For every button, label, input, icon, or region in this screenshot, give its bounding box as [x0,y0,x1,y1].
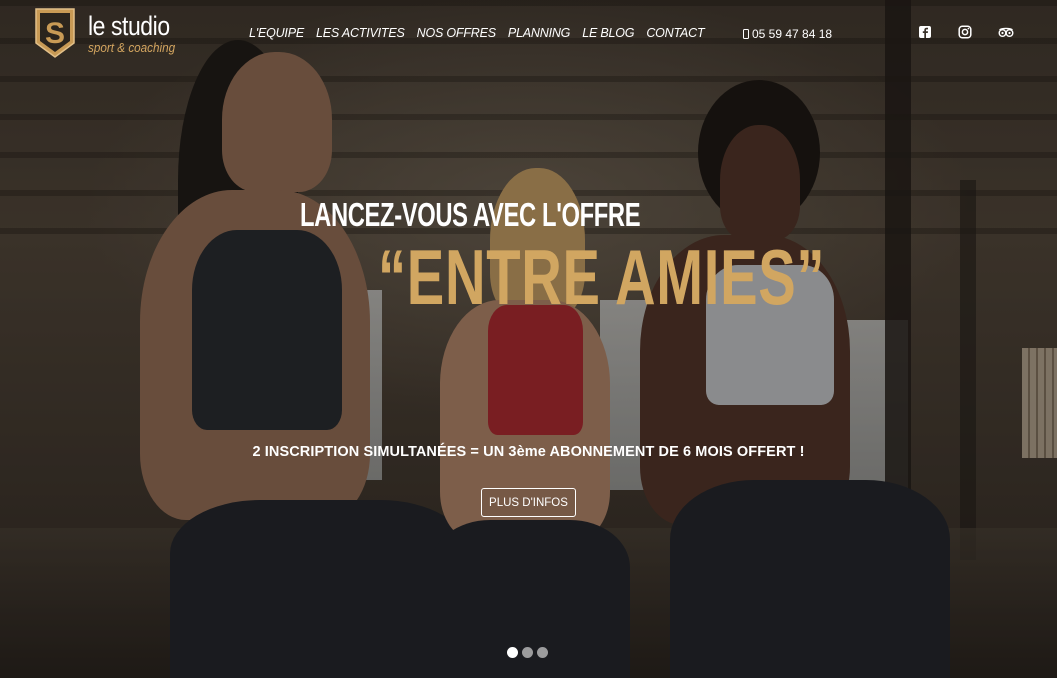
carousel-dot-3[interactable] [537,647,548,658]
social-links [918,25,1014,39]
slide-highlight: “ENTRE AMIES” [378,233,826,321]
carousel-dot-2[interactable] [522,647,533,658]
carousel-indicators [507,647,548,658]
logo-text: le studio sport & coaching [88,10,185,55]
hero-slide: LANCEZ-VOUS AVEC L'OFFRE “ENTRE AMIES” 2… [0,0,1057,678]
brand-logo[interactable]: S le studio sport & coaching [34,7,185,59]
phone-number: 05 59 47 84 18 [752,27,833,41]
logo-letter: S [45,17,65,50]
main-menu: L'EQUIPE LES ACTIVITES NOS OFFRES PLANNI… [249,26,716,40]
nav-item-offres[interactable]: NOS OFFRES [417,26,496,40]
nav-item-activites[interactable]: LES ACTIVITES [316,26,405,40]
nav-item-contact[interactable]: CONTACT [646,26,704,40]
brand-name: le studio [88,10,170,41]
mobile-phone-icon [743,29,749,39]
top-navigation: S le studio sport & coaching L'EQUIPE LE… [0,0,1057,66]
slide-headline: LANCEZ-VOUS AVEC L'OFFRE [300,196,641,233]
nav-item-blog[interactable]: LE BLOG [582,26,634,40]
nav-item-equipe[interactable]: L'EQUIPE [249,26,304,40]
facebook-icon[interactable] [918,25,932,39]
brand-tagline: sport & coaching [88,39,176,55]
slide-subtext: 2 INSCRIPTION SIMULTANÉES = UN 3ème ABON… [252,444,805,460]
nav-item-planning[interactable]: PLANNING [508,26,571,40]
carousel-dot-1[interactable] [507,647,518,658]
phone-link[interactable]: 05 59 47 84 18 [743,27,832,41]
tripadvisor-icon[interactable] [998,25,1014,39]
instagram-icon[interactable] [958,25,972,39]
logo-badge-icon: S [34,7,76,59]
more-info-button[interactable]: PLUS D'INFOS [481,488,576,517]
